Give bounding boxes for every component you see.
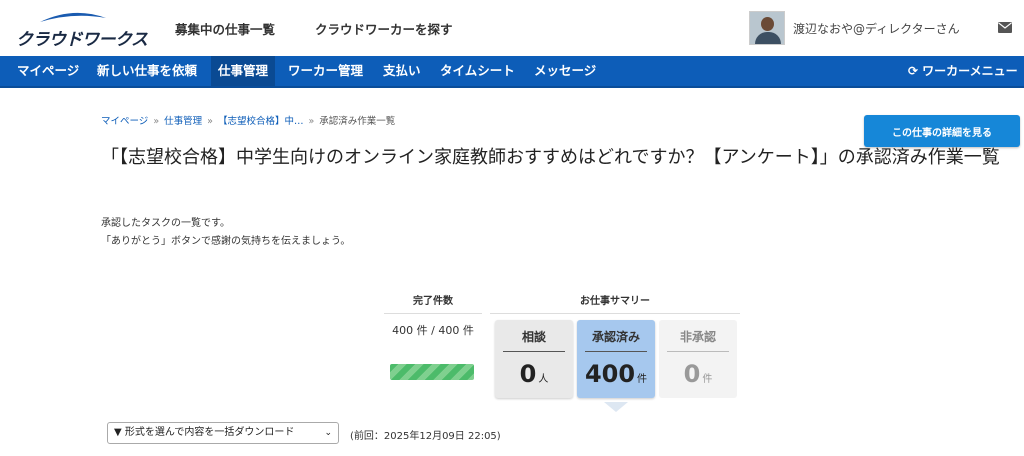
logo-arc-icon <box>40 12 106 22</box>
nav-item-mypage[interactable]: マイページ <box>10 56 86 86</box>
done-count-heading: 完了件数 <box>384 292 482 314</box>
logo-text: クラウドワークス <box>16 30 148 50</box>
approved-unit: 件 <box>637 374 648 385</box>
done-count-text: 400 件 / 400 件 <box>392 324 474 337</box>
rejected-card[interactable]: 非承認 0件 <box>659 320 737 398</box>
page-description: 承認したタスクの一覧です。 「ありがとう」ボタンで感謝の気持ちを伝えましょう。 <box>101 215 350 251</box>
progress-bar <box>390 364 474 380</box>
main-nav: マイページ 新しい仕事を依頼 仕事管理 ワーカー管理 支払い タイムシート メッ… <box>0 56 1024 88</box>
consult-card[interactable]: 相談 0人 <box>495 320 573 398</box>
consult-value: 0 <box>519 360 537 388</box>
breadcrumb-current: 承認済み作業一覧 <box>319 116 396 127</box>
download-select-label: ▼ 形式を選んで内容を一括ダウンロード <box>114 427 295 438</box>
crowdworks-logo[interactable]: クラウドワークス <box>16 10 148 50</box>
approved-card[interactable]: 承認済み 400 件 <box>577 320 655 398</box>
nav-item-messages[interactable]: メッセージ <box>527 56 603 86</box>
nav-item-payments[interactable]: 支払い <box>376 56 428 86</box>
breadcrumb: マイページ» 仕事管理» 【志望校合格】中…» 承認済み作業一覧 <box>101 116 396 127</box>
avatar[interactable] <box>749 11 785 45</box>
job-details-button[interactable]: この仕事の詳細を見る <box>864 115 1020 147</box>
mail-icon[interactable] <box>998 22 1012 33</box>
approved-value: 400 <box>584 360 636 388</box>
find-workers-link[interactable]: クラウドワーカーを探す <box>315 19 453 38</box>
worker-menu-button[interactable]: ⟳ ワーカーメニュー <box>908 56 1018 86</box>
top-header: クラウドワークス 募集中の仕事一覧 クラウドワーカーを探す 渡辺なおや@ディレク… <box>0 0 1024 56</box>
nav-item-job-management[interactable]: 仕事管理 <box>211 56 276 86</box>
description-line: 「ありがとう」ボタンで感謝の気持ちを伝えましょう。 <box>101 236 351 247</box>
rejected-label: 非承認 <box>667 328 729 352</box>
jobs-list-link[interactable]: 募集中の仕事一覧 <box>175 19 275 38</box>
worker-menu-label: ワーカーメニュー <box>922 64 1018 78</box>
rejected-unit: 件 <box>702 374 713 385</box>
download-format-select[interactable]: ▼ 形式を選んで内容を一括ダウンロード ⌄ <box>107 422 339 444</box>
selected-card-pointer <box>604 402 628 412</box>
user-name[interactable]: 渡辺なおや@ディレクターさん <box>793 20 960 37</box>
job-summary-heading: お仕事サマリー <box>490 292 740 314</box>
consult-unit: 人 <box>538 374 549 385</box>
nav-item-worker-management[interactable]: ワーカー管理 <box>281 56 370 86</box>
nav-item-new-job[interactable]: 新しい仕事を依頼 <box>90 56 204 86</box>
page-title: 「【志望校合格】中学生向けのオンライン家庭教師おすすめはどれですか？【アンケート… <box>101 147 1000 168</box>
breadcrumb-mypage[interactable]: マイページ <box>101 116 148 127</box>
chevron-down-icon: ⌄ <box>324 428 332 438</box>
approved-label: 承認済み <box>585 328 647 352</box>
consult-label: 相談 <box>503 328 565 352</box>
rejected-value: 0 <box>683 360 701 388</box>
sync-icon: ⟳ <box>908 64 919 78</box>
breadcrumb-job-management[interactable]: 仕事管理 <box>164 116 202 127</box>
breadcrumb-job[interactable]: 【志望校合格】中… <box>218 116 304 127</box>
last-download-info: (前回：2025年12月09日 22:05) <box>350 431 501 442</box>
nav-item-timesheet[interactable]: タイムシート <box>433 56 522 86</box>
description-line: 承認したタスクの一覧です。 <box>101 218 230 229</box>
